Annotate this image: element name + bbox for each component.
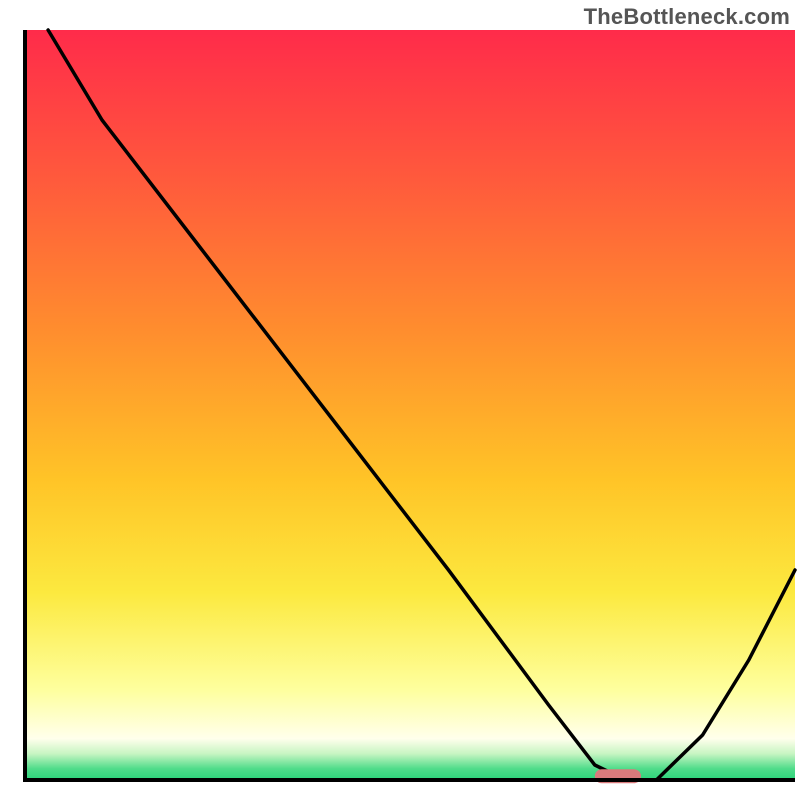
plot-background	[25, 30, 795, 780]
watermark-text: TheBottleneck.com	[584, 4, 790, 30]
chart-svg	[0, 0, 800, 800]
chart-container: TheBottleneck.com	[0, 0, 800, 800]
